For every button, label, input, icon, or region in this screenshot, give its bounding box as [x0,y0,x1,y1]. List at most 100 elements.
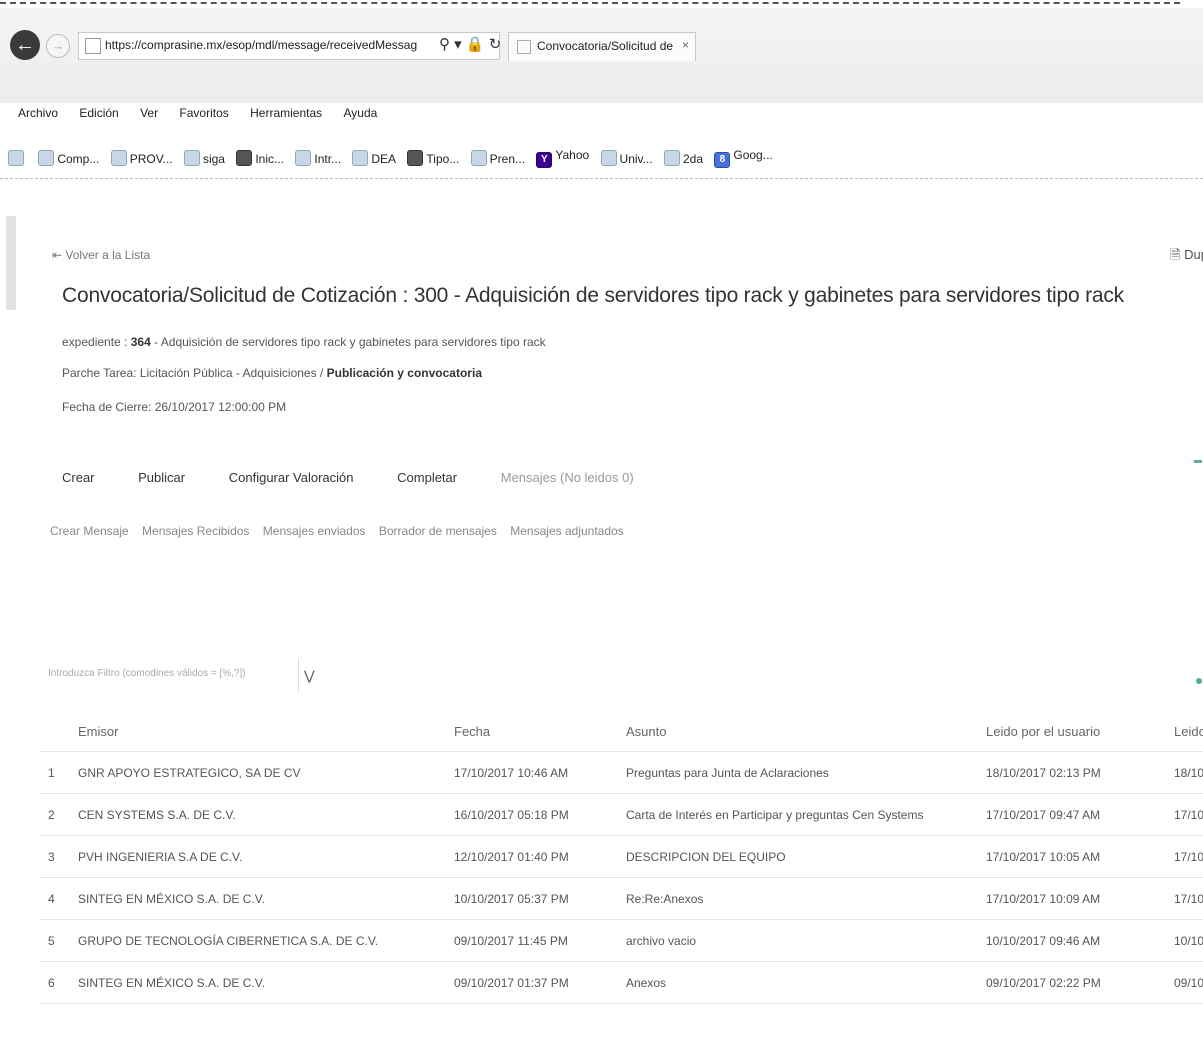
row-read-other: 17/10/2017 [1174,850,1203,864]
favorite-dea[interactable]: DEA [352,150,396,166]
fecha-cierre: Fecha de Cierre: 26/10/2017 12:00:00 PM [62,400,287,414]
row-subject[interactable]: Re:Re:Anexos [626,892,986,906]
table-row[interactable]: 5 GRUPO DE TECNOLOGÍA CIBERNETICA S.A. D… [40,920,1203,962]
row-subject[interactable]: Preguntas para Junta de Aclaraciones [626,766,986,780]
chevron-down-icon[interactable]: ⋁ [304,668,315,684]
column-header-asunto[interactable]: Asunto [626,724,986,739]
table-header: Emisor Fecha Asunto Leido por el usuario… [40,710,1203,752]
back-to-list-link[interactable]: ⇤ Volver a la Lista [52,248,150,262]
favorite-pren[interactable]: Pren... [470,150,525,166]
menu-item-herramientas[interactable]: Herramientas [250,106,322,120]
row-subject[interactable]: Anexos [626,976,986,990]
table-row[interactable]: 1 GNR APOYO ESTRATEGICO, SA DE CV 17/10/… [40,752,1203,794]
yahoo-icon: Y [536,152,553,168]
favorite-comp[interactable]: Comp... [38,150,99,166]
favorites-star-icon[interactable] [8,150,27,166]
favorite-inic[interactable]: Inic... [236,150,284,166]
row-subject[interactable]: archivo vacio [626,934,986,948]
url-text[interactable]: https://comprasine.mx/esop/mdl/message/r… [105,38,425,52]
row-number: 3 [48,850,55,864]
page-title: Convocatoria/Solicitud de Cotización : 3… [62,284,1124,307]
refresh-icon[interactable]: ↻ [489,36,502,53]
back-arrow-icon[interactable]: ← [10,30,40,60]
menu-item-ver[interactable]: Ver [140,106,158,120]
row-read-user: 18/10/2017 02:13 PM [986,766,1101,780]
browser-tab[interactable]: Convocatoria/Solicitud de ... × [508,32,696,61]
row-date: 09/10/2017 01:37 PM [454,976,569,990]
address-row: ← → https://comprasine.mx/esop/mdl/messa… [0,24,1203,68]
parche-value: Publicación y convocatoria [326,366,482,380]
favorite-tipo[interactable]: Tipo... [407,150,459,166]
tab-title: Convocatoria/Solicitud de ... [537,39,677,53]
address-bar[interactable]: https://comprasine.mx/esop/mdl/message/r… [78,32,502,60]
page-favicon-icon [85,38,101,54]
column-header-leido-usuario[interactable]: Leido por el usuario [986,724,1136,739]
tab-mensajes-adjuntados[interactable]: Mensajes adjuntados [510,524,623,538]
filter-input[interactable]: Introduzca Filtro (comodines válidos = [… [48,658,299,692]
menu-item-favoritos[interactable]: Favoritos [179,106,228,120]
expediente-description: - Adquisición de servidores tipo rack y … [154,335,546,349]
tab-crear-mensaje[interactable]: Crear Mensaje [50,524,129,538]
back-link-label: Volver a la Lista [65,248,151,262]
search-icon[interactable]: ⚲ [439,36,450,53]
menu-item-archivo[interactable]: Archivo [18,106,58,120]
favorite-intr[interactable]: Intr... [295,150,341,166]
close-icon[interactable]: × [682,38,689,52]
favorite-prov[interactable]: PROV... [110,150,173,166]
row-number: 2 [48,808,55,822]
menu-item-ayuda[interactable]: Ayuda [344,106,378,120]
favorite-univ[interactable]: Univ... [600,150,653,166]
row-sender: SINTEG EN MÉXICO S.A. DE C.V. [78,976,265,990]
column-header-emisor[interactable]: Emisor [78,724,428,739]
favorite-icon [352,150,369,166]
favorite-siga[interactable]: siga [183,150,225,166]
lock-icon[interactable]: 🔒 [466,36,485,53]
favorite-goog[interactable]: 8 Goog... [714,148,773,168]
duplicate-button[interactable]: 🗎 Dup [1170,246,1203,268]
expediente-label: expediente : [62,335,128,349]
document-icon: 🗎 [1170,247,1181,262]
row-read-other: 09/10/2017 [1174,976,1203,990]
table-row[interactable]: 3 PVH INGENIERIA S.A DE C.V. 12/10/2017 … [40,836,1203,878]
column-header-fecha[interactable]: Fecha [454,724,604,739]
mensajes-button[interactable]: Mensajes (No leidos 0) [501,470,634,485]
tab-favicon-icon [517,40,531,54]
dropdown-icon[interactable]: ▾ [454,36,462,53]
google-icon: 8 [714,152,731,168]
favorite-icon [183,150,200,166]
row-number: 6 [48,976,55,990]
column-header-leido-por-la[interactable]: Leido por la [1174,724,1203,739]
table-row[interactable]: 2 CEN SYSTEMS S.A. DE C.V. 16/10/2017 05… [40,794,1203,836]
table-row[interactable]: 6 SINTEG EN MÉXICO S.A. DE C.V. 09/10/20… [40,962,1203,1004]
row-sender: GNR APOYO ESTRATEGICO, SA DE CV [78,766,301,780]
parche-label: Parche Tarea: Licitación Pública - Adqui… [62,366,324,380]
menu-item-edicion[interactable]: Edición [79,106,118,120]
chrome-divider [0,178,1203,179]
crear-button[interactable]: Crear [62,470,95,485]
publicar-button[interactable]: Publicar [138,470,185,485]
back-arrow-icon: ⇤ [52,248,63,262]
filter-placeholder: Introduzca Filtro (comodines válidos = [… [48,668,246,679]
expediente-number: 364 [130,335,151,349]
tab-mensajes-recibidos[interactable]: Mensajes Recibidos [142,524,249,538]
row-sender: SINTEG EN MÉXICO S.A. DE C.V. [78,892,265,906]
row-read-other: 17/10/2017 [1174,892,1203,906]
configurar-valoracion-button[interactable]: Configurar Valoración [229,470,354,485]
row-date: 09/10/2017 11:45 PM [454,934,568,948]
favorite-2da[interactable]: 2da [664,150,703,166]
table-row[interactable]: 4 SINTEG EN MÉXICO S.A. DE C.V. 10/10/20… [40,878,1203,920]
tab-mensajes-enviados[interactable]: Mensajes enviados [263,524,366,538]
row-subject[interactable]: Carta de Interés en Participar y pregunt… [626,808,986,822]
action-bar: Crear Publicar Configurar Valoración Com… [62,470,674,485]
row-date: 10/10/2017 05:37 PM [454,892,569,906]
row-date: 16/10/2017 05:18 PM [454,808,569,822]
favorite-yahoo[interactable]: Y Yahoo [536,148,589,168]
row-subject[interactable]: DESCRIPCION DEL EQUIPO [626,850,986,864]
row-number: 5 [48,934,55,948]
forward-arrow-icon[interactable]: → [46,34,70,58]
side-scrollbar[interactable] [6,216,16,310]
completar-button[interactable]: Completar [397,470,457,485]
edge-marker [1194,460,1202,463]
tab-borrador-mensajes[interactable]: Borrador de mensajes [379,524,497,538]
favorite-icon [470,150,487,166]
